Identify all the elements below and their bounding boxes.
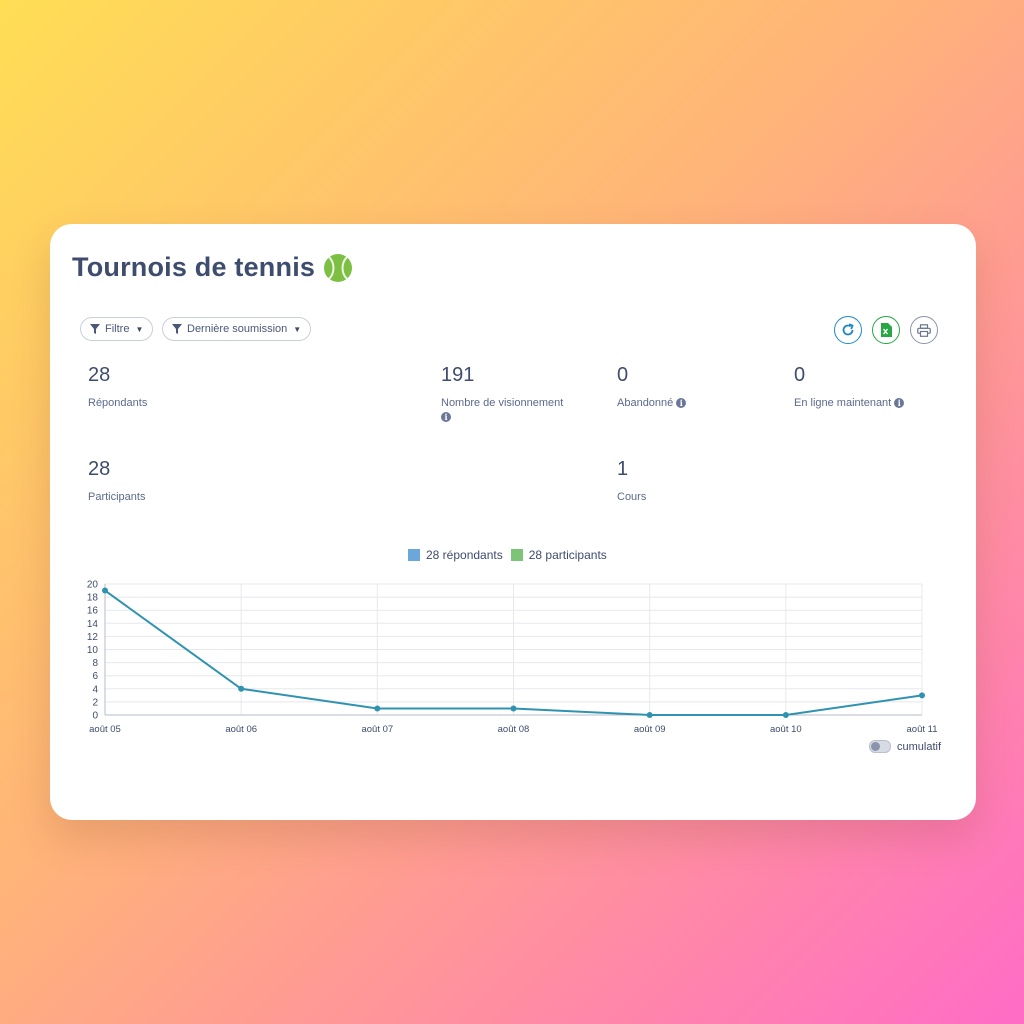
info-icon[interactable]: i [676,398,687,409]
page-title: Tournois de tennis [72,252,316,282]
stat-courses: 1 Cours [617,458,646,504]
excel-export-icon [881,323,892,337]
info-icon[interactable]: i [441,412,451,423]
stat-views: 191 Nombre de visionnement i [441,364,591,424]
y-tick-label: 18 [87,593,99,604]
legend-label: 28 participants [528,548,607,562]
title-row: Tournois de tennis [72,252,353,283]
excel-export-button[interactable] [872,316,900,344]
cumulative-toggle-row: cumulatif [869,740,941,753]
stat-label: Cours [617,491,647,503]
stat-label-text: Nombre de visionnement [441,397,564,409]
last-submission-dropdown[interactable]: Dernière soumission ▼ [162,317,312,341]
stat-value: 28 [88,458,111,480]
x-tick-label: août 07 [361,724,393,735]
y-tick-label: 20 [87,580,99,591]
x-tick-label: août 09 [634,724,666,735]
tennis-ball-icon [324,253,353,282]
stat-value: 0 [794,364,806,386]
stat-label: Répondants [88,397,148,409]
chevron-down-icon: ▼ [135,324,144,334]
y-tick-label: 16 [87,606,99,617]
stat-abandoned: 0 Abandonné i [617,364,687,410]
y-tick-label: 2 [92,697,98,708]
stat-label-text: En ligne maintenant [794,397,892,409]
print-icon [917,323,931,337]
x-tick-label: août 05 [89,724,121,735]
x-tick-label: août 06 [225,724,257,735]
stat-label: En ligne maintenant i [794,396,905,410]
stat-value: 191 [441,364,475,386]
data-point [102,587,108,594]
info-icon[interactable]: i [894,398,905,409]
cumulative-toggle[interactable] [869,740,891,753]
stat-value: 1 [617,458,629,480]
stat-value: 0 [617,364,629,386]
stat-label-text: Abandonné [617,397,674,409]
toggle-knob [871,742,880,751]
stat-respondents: 28 Répondants [88,364,147,410]
y-tick-label: 14 [87,619,99,630]
x-tick-label: août 08 [498,724,530,735]
filter-button[interactable]: Filtre ▼ [80,317,154,341]
legend-item-participants[interactable]: 28 participants [510,548,607,562]
stat-label: Participants [88,491,146,503]
stat-label: Nombre de visionnement i [441,396,591,424]
data-point [238,685,245,692]
y-tick-label: 10 [87,645,99,656]
data-point [374,705,381,712]
stat-online-now: 0 En ligne maintenant i [794,364,905,410]
y-tick-label: 8 [92,658,98,669]
stat-value: 28 [88,364,111,386]
refresh-button[interactable] [834,316,862,344]
print-button[interactable] [910,316,938,344]
filter-label: Filtre [105,323,130,335]
chevron-down-icon: ▼ [293,324,302,334]
legend-swatch [408,549,420,561]
funnel-icon [172,324,182,334]
refresh-icon [842,323,854,336]
funnel-icon [90,324,100,334]
y-tick-label: 0 [92,711,98,722]
line-chart: 0 2 4 6 8 10 12 14 16 18 20 août 05 août 06 août 07 ao… [87,580,938,736]
y-tick-label: 4 [92,684,98,695]
data-point [510,705,517,712]
legend-label: 28 répondants [426,548,503,562]
y-tick-label: 6 [92,671,98,682]
stat-label: Abandonné i [617,396,687,410]
cumulative-label: cumulatif [897,740,942,753]
y-tick-label: 12 [87,632,99,643]
data-point [782,712,789,718]
x-tick-label: août 10 [770,724,802,735]
data-point [646,712,653,718]
data-point [919,692,925,699]
stat-participants: 28 Participants [88,458,145,504]
x-tick-label: août 11 [907,724,938,735]
legend-swatch [510,549,523,561]
last-submission-label: Dernière soumission [187,323,288,335]
chart-legend: 28 répondants 28 participants [408,548,615,562]
legend-item-respondents[interactable]: 28 répondants [408,548,503,562]
dashboard-card: Tournois de tennis Filtre ▼ Dernière sou… [50,224,976,820]
